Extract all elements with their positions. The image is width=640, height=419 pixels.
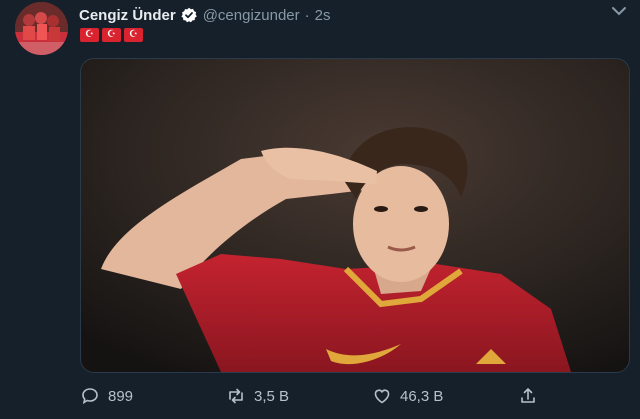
handle[interactable]: @cengizunder: [203, 7, 300, 24]
like-button[interactable]: 46,3 B: [372, 386, 443, 406]
chevron-down-icon[interactable]: [610, 4, 628, 18]
reply-count: 899: [108, 387, 134, 405]
tweet-header: Cengiz Ünder @cengizunder · 2s: [79, 4, 626, 26]
retweet-count: 3,5 B: [254, 387, 290, 405]
display-name[interactable]: Cengiz Ünder: [79, 7, 176, 24]
turkey-flag-icon: ☪: [80, 28, 99, 42]
reply-button[interactable]: 899: [80, 386, 133, 406]
verified-badge-icon: [181, 7, 197, 23]
heart-icon: [374, 389, 390, 404]
turkey-flag-icon: ☪: [102, 28, 121, 42]
reply-icon: [82, 388, 98, 405]
timestamp[interactable]: 2s: [315, 7, 331, 24]
like-count: 46,3 B: [400, 387, 444, 405]
retweet-button[interactable]: 3,5 B: [226, 386, 289, 406]
tweet-media-image[interactable]: [80, 58, 630, 373]
retweet-icon: [229, 388, 243, 404]
avatar[interactable]: [15, 2, 68, 55]
share-button[interactable]: [518, 386, 538, 406]
bio-flags: ☪ ☪ ☪: [80, 28, 143, 42]
separator-dot: ·: [304, 6, 310, 24]
turkey-flag-icon: ☪: [124, 28, 143, 42]
tweet-actions: 899 3,5 B 46,3 B: [80, 386, 628, 410]
share-icon: [521, 388, 535, 403]
avatar-image: [15, 2, 68, 55]
